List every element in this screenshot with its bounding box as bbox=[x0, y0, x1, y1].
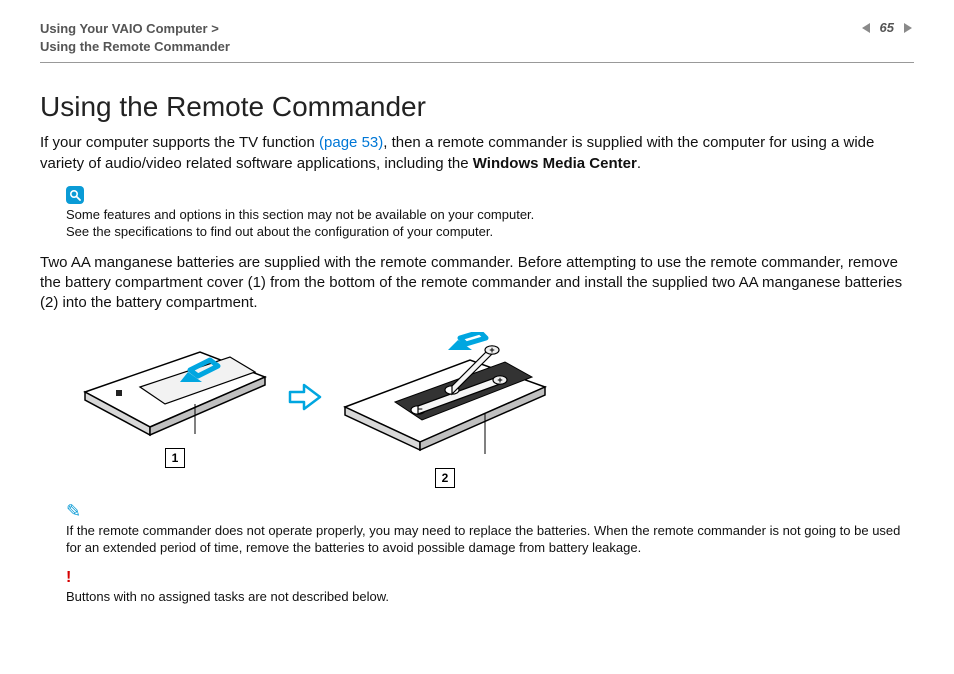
pager: 65 bbox=[860, 20, 914, 35]
magnifier-icon bbox=[66, 186, 84, 204]
warning-block: ! Buttons with no assigned tasks are not… bbox=[66, 569, 914, 606]
page-header: Using Your VAIO Computer > Using the Rem… bbox=[40, 20, 914, 63]
note-block-battery: ✎ If the remote commander does not opera… bbox=[66, 502, 914, 557]
battery-paragraph: Two AA manganese batteries are supplied … bbox=[40, 253, 914, 314]
figure-label-2: 2 bbox=[435, 468, 455, 488]
remote-batteries-illustration: − + + bbox=[340, 332, 550, 462]
warning-text: Buttons with no assigned tasks are not d… bbox=[66, 589, 389, 604]
prev-page-icon[interactable] bbox=[860, 21, 874, 35]
page-link-53[interactable]: (page 53) bbox=[319, 134, 383, 151]
breadcrumb-top: Using Your VAIO Computer bbox=[40, 21, 208, 36]
next-page-icon[interactable] bbox=[900, 21, 914, 35]
figure-step-1: 1 bbox=[80, 332, 270, 468]
arrow-right-icon bbox=[288, 382, 322, 417]
page-title: Using the Remote Commander bbox=[40, 91, 914, 123]
svg-text:−: − bbox=[417, 404, 422, 414]
note-line-1: Some features and options in this sectio… bbox=[66, 207, 534, 222]
svg-text:+: + bbox=[497, 375, 502, 385]
svg-text:+: + bbox=[489, 345, 494, 355]
note-line-2: See the specifications to find out about… bbox=[66, 224, 493, 239]
breadcrumb: Using Your VAIO Computer > Using the Rem… bbox=[40, 20, 230, 56]
breadcrumb-sub: Using the Remote Commander bbox=[40, 39, 230, 54]
intro-text-end: . bbox=[637, 155, 641, 172]
page-number: 65 bbox=[880, 20, 894, 35]
figure-label-1: 1 bbox=[165, 448, 185, 468]
battery-figure: 1 − + bbox=[80, 332, 914, 488]
figure-step-2: − + + 2 bbox=[340, 332, 550, 488]
note-battery-text: If the remote commander does not operate… bbox=[66, 523, 900, 556]
note-block-spec: Some features and options in this sectio… bbox=[66, 186, 914, 241]
warning-icon: ! bbox=[66, 570, 71, 586]
intro-paragraph: If your computer supports the TV functio… bbox=[40, 133, 914, 174]
intro-bold: Windows Media Center bbox=[473, 155, 637, 172]
intro-text-pre: If your computer supports the TV functio… bbox=[40, 134, 319, 151]
breadcrumb-sep: > bbox=[211, 21, 219, 36]
remote-cover-illustration bbox=[80, 332, 270, 442]
pencil-icon: ✎ bbox=[66, 502, 81, 520]
